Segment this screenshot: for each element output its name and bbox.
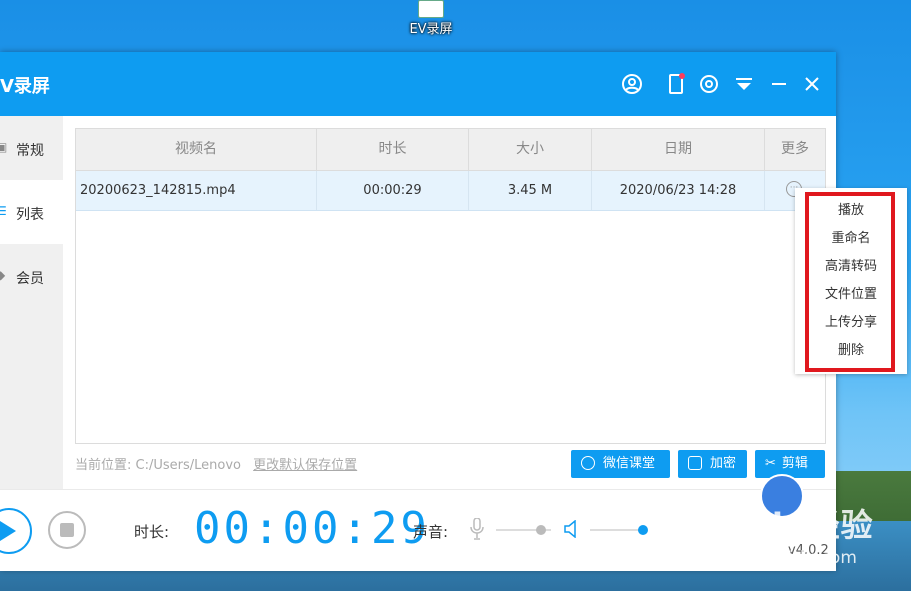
play-button[interactable] — [0, 508, 32, 554]
link-icon — [581, 455, 595, 470]
encrypt-button[interactable]: 加密 — [678, 450, 747, 478]
desktop-shortcut[interactable]: EV录屏 — [409, 0, 453, 37]
window-title: V录屏 — [0, 76, 50, 97]
speaker-volume-slider[interactable] — [590, 529, 644, 531]
close-icon[interactable] — [800, 72, 824, 96]
table-row[interactable]: 20200623_142815.mp4 00:00:29 3.45 M 2020… — [76, 171, 825, 211]
speaker-icon[interactable] — [564, 519, 580, 539]
column-header-name[interactable]: 视频名 — [76, 129, 317, 170]
speaker-volume-knob[interactable] — [637, 525, 648, 535]
diamond-icon: ◆ — [0, 268, 6, 282]
sound-label: 声音: — [413, 523, 449, 541]
microphone-icon[interactable] — [470, 517, 484, 540]
cell-date: 2020/06/23 14:28 — [592, 171, 765, 210]
sidebar-item-label: 会员 — [16, 271, 44, 287]
app-shortcut-icon — [418, 0, 444, 18]
save-path-bar: 当前位置: C:/Users/Lenovo 更改默认保存位置 — [75, 454, 357, 478]
sidebar-item-general[interactable]: ▣ 常规 — [0, 116, 63, 180]
sidebar: ▣ 常规 ☰ 列表 ◆ 会员 — [0, 116, 63, 489]
sidebar-item-label: 列表 — [16, 207, 44, 223]
column-header-size[interactable]: 大小 — [469, 129, 592, 170]
filter-icon[interactable] — [732, 72, 756, 96]
sidebar-item-member[interactable]: ◆ 会员 — [0, 244, 63, 308]
wechat-class-button[interactable]: 微信课堂 — [571, 450, 670, 478]
shield-icon — [688, 455, 702, 470]
cell-file-name: 20200623_142815.mp4 — [76, 171, 317, 210]
desktop-shortcut-label: EV录屏 — [409, 22, 453, 37]
path-label: 当前位置: — [75, 458, 132, 473]
column-header-duration[interactable]: 时长 — [317, 129, 469, 170]
change-path-link[interactable]: 更改默认保存位置 — [253, 458, 357, 473]
stop-button[interactable] — [48, 511, 86, 549]
watermark-url: jingyan.baidu.com — [700, 548, 857, 568]
path-value: C:/Users/Lenovo — [135, 458, 242, 473]
encrypt-label: 加密 — [710, 456, 737, 471]
cell-size: 3.45 M — [469, 171, 592, 210]
gear-icon[interactable] — [697, 72, 721, 96]
title-bar[interactable]: V录屏 — [0, 52, 836, 116]
wechat-class-label: 微信课堂 — [603, 456, 656, 471]
user-circle-icon[interactable] — [620, 72, 644, 96]
main-window: V录屏 ▣ 常规 ☰ 列表 ◆ 会员 视频名 时长 大小 日期 更多 20200… — [0, 52, 836, 571]
column-header-more: 更多 — [781, 141, 809, 157]
sidebar-item-list[interactable]: ☰ 列表 — [0, 180, 63, 244]
phone-notify-icon[interactable] — [664, 72, 688, 96]
mic-volume-knob[interactable] — [536, 525, 547, 535]
edit-button[interactable]: ✂ 剪辑 — [755, 450, 825, 478]
duration-label: 时长: — [134, 523, 170, 541]
cell-duration: 00:00:29 — [317, 171, 469, 210]
video-list-table: 视频名 时长 大小 日期 更多 20200623_142815.mp4 00:0… — [75, 128, 826, 444]
column-header-date[interactable]: 日期 — [592, 129, 765, 170]
watermark-text: Baidu经验 — [700, 506, 874, 544]
minimize-icon[interactable] — [767, 72, 791, 96]
highlight-frame — [805, 192, 895, 372]
scissors-icon: ✂ — [765, 456, 776, 471]
list-icon: ☰ — [0, 204, 7, 218]
table-header: 视频名 时长 大小 日期 更多 — [76, 129, 825, 171]
edit-label: 剪辑 — [781, 456, 808, 471]
recording-timer: 00:00:29 — [194, 503, 430, 554]
grid-icon: ▣ — [0, 140, 8, 154]
sidebar-item-label: 常规 — [16, 143, 44, 159]
